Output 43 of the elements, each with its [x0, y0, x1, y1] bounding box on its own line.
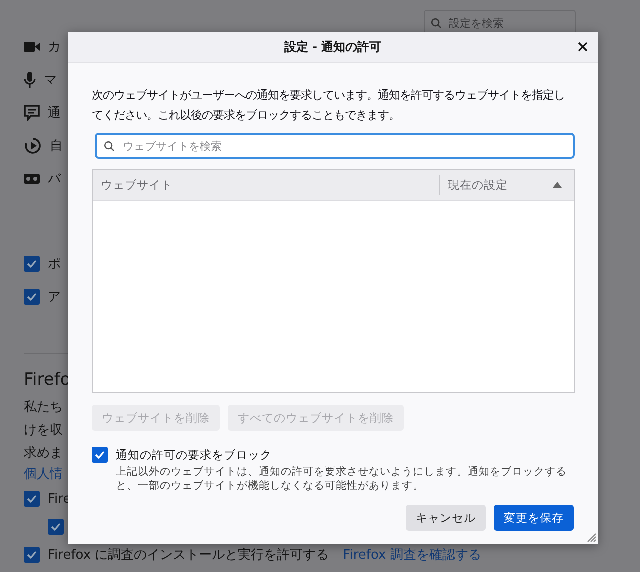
checkbox-label: 通知の許可の要求をブロック	[116, 447, 273, 463]
dialog-description: 次のウェブサイトがユーザーへの通知を要求しています。通知を許可するウェブサイトを指定してください。これ以後の要求をブロックすることもできます。	[92, 87, 566, 124]
checkbox[interactable]	[24, 547, 40, 563]
permission-label: マ	[44, 72, 57, 89]
studies-link[interactable]: Firefox 調査を確認する	[343, 546, 482, 564]
checkmark-icon	[26, 493, 38, 505]
checkmark-icon	[26, 258, 38, 270]
search-icon	[104, 141, 115, 152]
save-button[interactable]: 変更を保存	[494, 505, 574, 531]
cancel-button[interactable]: キャンセル	[406, 505, 486, 531]
privacy-link[interactable]: 個人情	[24, 465, 63, 485]
permission-label: 自	[50, 138, 63, 155]
checkbox[interactable]	[92, 447, 108, 463]
microphone-icon	[24, 72, 36, 88]
checkbox[interactable]	[24, 289, 40, 305]
block-note: 上記以外のウェブサイトは、通知の許可を要求させないようにします。通知をブロックすると、一部のウェブサイトが機能しなくなる可能性があります。	[116, 465, 568, 493]
permission-label: カ	[48, 39, 61, 56]
checkbox[interactable]	[48, 519, 64, 535]
checkbox[interactable]	[24, 491, 40, 507]
paragraph-text: 求めま	[24, 445, 63, 463]
checkmark-icon	[26, 291, 38, 303]
camera-icon	[24, 41, 40, 53]
checkbox[interactable]	[24, 256, 40, 272]
close-icon[interactable]	[578, 42, 588, 52]
paragraph-text: 私たち	[24, 399, 63, 417]
column-header[interactable]: 現在の設定	[440, 170, 574, 200]
play-icon	[24, 137, 42, 155]
permission-label: 通	[48, 105, 61, 122]
checkmark-icon	[26, 549, 38, 561]
resize-grip-icon[interactable]	[586, 532, 596, 542]
dialog-title: 設定 - 通知の許可	[284, 38, 382, 56]
checkmark-icon	[50, 521, 62, 533]
permission-label: バ	[48, 171, 61, 188]
website-search-field[interactable]: ウェブサイトを検索	[95, 133, 575, 159]
option-label: Firefox に調査のインストールと実行を許可する	[48, 547, 330, 564]
paragraph-text: けを収	[24, 422, 63, 440]
column-header[interactable]: ウェブサイト	[93, 175, 440, 195]
goggles-icon	[24, 174, 40, 184]
checkmark-icon	[94, 449, 106, 461]
search-icon	[431, 18, 442, 29]
message-icon	[24, 105, 40, 121]
option-label: ア	[48, 289, 61, 306]
option-label: ポ	[48, 256, 61, 273]
